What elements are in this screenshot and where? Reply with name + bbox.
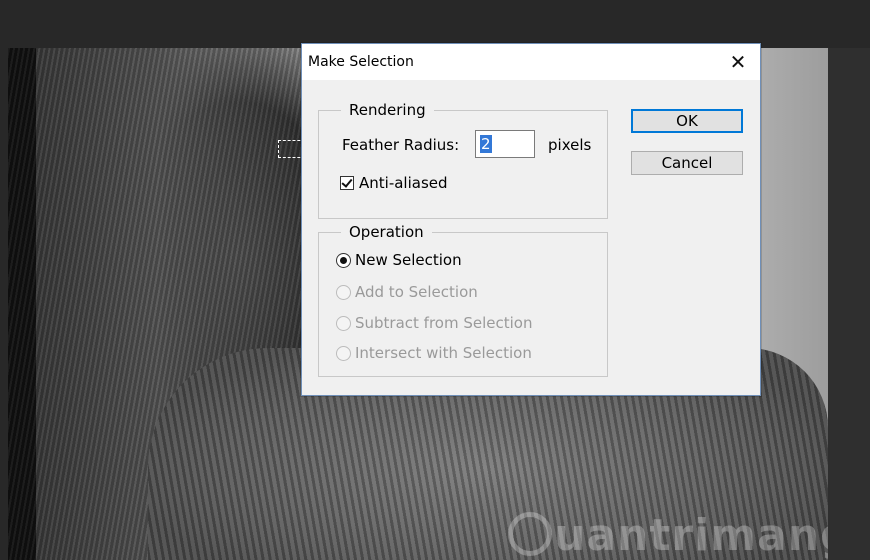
close-icon: ✕ bbox=[729, 50, 747, 74]
dialog-title: Make Selection bbox=[308, 54, 414, 70]
radio-add-to-selection bbox=[336, 285, 351, 300]
ok-button[interactable]: OK bbox=[631, 109, 743, 133]
watermark-text: uantrimang bbox=[554, 510, 828, 560]
rendering-group: Rendering bbox=[318, 101, 608, 219]
feather-unit-label: pixels bbox=[548, 136, 592, 154]
watermark-logo-icon bbox=[508, 512, 552, 556]
close-button[interactable]: ✕ bbox=[716, 44, 760, 80]
feather-radius-label: Feather Radius: bbox=[342, 136, 460, 154]
rendering-legend: Rendering bbox=[349, 101, 426, 119]
cancel-button[interactable]: Cancel bbox=[631, 151, 743, 175]
feather-radius-input[interactable]: 2 bbox=[475, 130, 535, 158]
radio-intersect-with-selection bbox=[336, 346, 351, 361]
right-panel bbox=[828, 48, 870, 560]
new-selection-label[interactable]: New Selection bbox=[355, 251, 462, 269]
radio-new-selection[interactable] bbox=[336, 253, 351, 268]
make-selection-dialog: Make Selection ✕ Rendering Feather Radiu… bbox=[301, 43, 761, 396]
anti-aliased-checkbox[interactable] bbox=[340, 176, 354, 190]
watermark: uantrimang bbox=[508, 510, 828, 560]
intersect-with-selection-label: Intersect with Selection bbox=[355, 344, 532, 362]
feather-radius-value: 2 bbox=[480, 135, 492, 153]
radio-subtract-from-selection bbox=[336, 316, 351, 331]
operation-legend: Operation bbox=[349, 223, 424, 241]
anti-aliased-label[interactable]: Anti-aliased bbox=[359, 174, 448, 192]
dialog-titlebar[interactable]: Make Selection ✕ bbox=[302, 44, 760, 80]
subtract-from-selection-label: Subtract from Selection bbox=[355, 314, 533, 332]
add-to-selection-label: Add to Selection bbox=[355, 283, 478, 301]
